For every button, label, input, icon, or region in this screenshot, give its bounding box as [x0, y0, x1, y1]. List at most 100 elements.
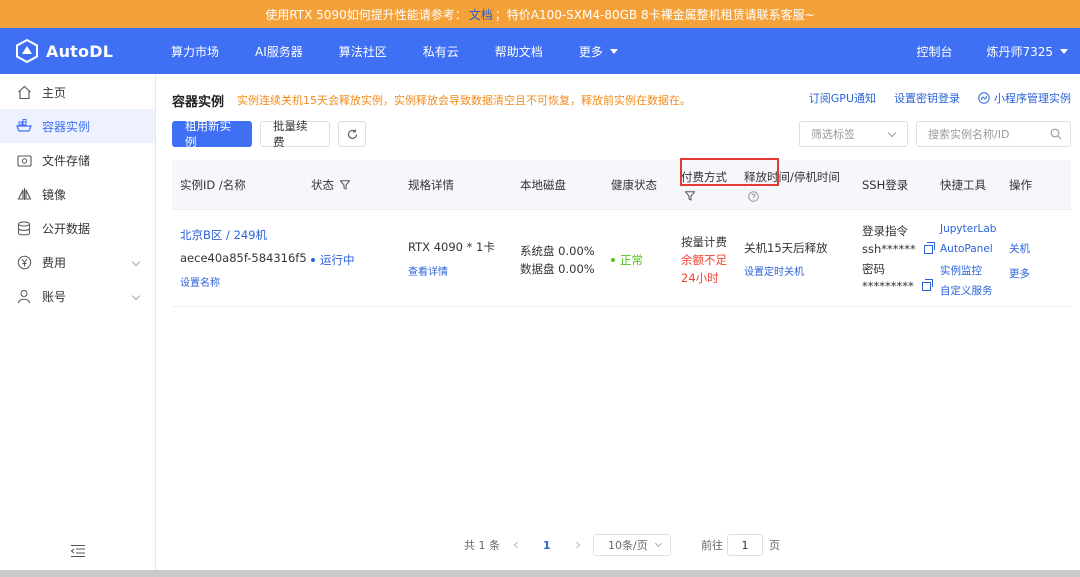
- sidebar-item-billing[interactable]: 费用: [0, 245, 155, 279]
- col-ssh: SSH登录: [862, 178, 909, 192]
- sidebar-item-container-instances[interactable]: 容器实例: [0, 109, 155, 143]
- sidebar-item-label: 主页: [42, 85, 67, 100]
- nav-ai-server[interactable]: AI服务器: [255, 43, 303, 60]
- user-icon: [16, 288, 32, 304]
- filter-tag-select[interactable]: 筛选标签: [799, 121, 908, 147]
- search-placeholder: 搜索实例名称/ID: [928, 128, 1010, 141]
- shutdown-button[interactable]: 关机: [1009, 241, 1030, 256]
- nav-more-label: 更多: [578, 44, 603, 59]
- nav-more[interactable]: 更多: [579, 43, 618, 60]
- page-size-select[interactable]: 10条/页: [593, 534, 671, 556]
- refresh-icon: [347, 129, 357, 139]
- page-title: 容器实例: [172, 95, 225, 110]
- login-command-value: ssh******: [862, 242, 916, 256]
- password-label: 密码: [862, 262, 885, 276]
- user-menu[interactable]: 炼丹师7325: [986, 43, 1068, 60]
- status-badge: 运行中: [311, 252, 355, 268]
- next-page-icon[interactable]: [574, 534, 582, 556]
- page-number[interactable]: 1: [543, 534, 551, 556]
- nav-algorithm-community[interactable]: 算法社区: [339, 43, 387, 60]
- chevron-down-icon: [131, 257, 141, 267]
- goto-label: 前往: [701, 539, 723, 552]
- brand-name: AutoDL: [46, 41, 114, 61]
- sidebar-item-label: 账号: [42, 289, 67, 304]
- mini-program-link[interactable]: 小程序管理实例: [978, 90, 1071, 106]
- banner-text: 使用RTX 5090如何提升性能请参考：: [265, 7, 467, 22]
- prev-page-icon[interactable]: [512, 534, 520, 556]
- nav-help-docs[interactable]: 帮助文档: [495, 43, 543, 60]
- logo[interactable]: AutoDL: [16, 39, 113, 63]
- new-instance-button[interactable]: 租用新实例: [172, 119, 252, 149]
- billing-type: 按量计费: [681, 235, 727, 249]
- search-icon: [1050, 128, 1062, 140]
- copy-login-command-icon[interactable]: [923, 241, 935, 254]
- ssh-key-login-link[interactable]: 设置密钥登录: [894, 90, 960, 106]
- balance-warning-time: 24小时: [681, 271, 719, 285]
- instance-region-link[interactable]: 北京B区 / 249机: [180, 228, 267, 242]
- goto-page-input[interactable]: 1: [727, 534, 763, 556]
- pagination: 共 1 条 1 10条/页 前往 1 页: [156, 534, 1080, 556]
- view-details-link[interactable]: 查看详情: [408, 263, 448, 278]
- horizontal-scrollbar[interactable]: [0, 570, 1080, 577]
- sidebar-item-label: 容器实例: [42, 119, 91, 134]
- ssh-highlight-box: [680, 158, 779, 186]
- sidebar-item-public-data[interactable]: 公开数据: [0, 211, 155, 245]
- sidebar-item-label: 镜像: [42, 187, 67, 202]
- sidebar-item-label: 公开数据: [42, 221, 91, 236]
- banner-doc-link[interactable]: 文档: [469, 6, 493, 23]
- autopanel-link[interactable]: AutoPanel: [940, 243, 993, 255]
- console-link[interactable]: 控制台: [916, 43, 952, 60]
- gpu-spec: RTX 4090 * 1卡: [408, 240, 495, 254]
- table-header: 实例ID /名称 状态 规格详情 本地磁盘 健康状态 付费方式 释放时间/停机时…: [172, 160, 1071, 210]
- chevron-down-icon: [654, 539, 663, 548]
- filter-icon[interactable]: [340, 180, 350, 190]
- mini-program-label: 小程序管理实例: [994, 92, 1071, 105]
- storage-icon: [16, 152, 32, 168]
- table-row: 北京B区 / 249机 aece40a85f-584316f5 设置名称 运行中…: [172, 210, 1071, 307]
- set-name-link[interactable]: 设置名称: [180, 274, 220, 289]
- filter-icon[interactable]: [685, 191, 695, 201]
- total-count: 共 1 条: [464, 539, 500, 552]
- col-health: 健康状态: [611, 178, 657, 192]
- header-right: 控制台 炼丹师7325: [916, 28, 1068, 74]
- subscribe-gpu-link[interactable]: 订阅GPU通知: [809, 90, 876, 106]
- password: *********: [862, 278, 933, 293]
- help-icon[interactable]: [748, 190, 759, 202]
- page-links: 订阅GPU通知 设置密钥登录 小程序管理实例: [809, 90, 1071, 106]
- collapse-sidebar-icon[interactable]: [70, 544, 86, 558]
- instance-monitor-link[interactable]: 实例监控: [940, 263, 982, 278]
- health-text: 正常: [620, 253, 643, 267]
- sidebar-item-label: 文件存储: [42, 153, 91, 168]
- page-size-value: 10条/页: [608, 539, 648, 552]
- sidebar-item-file-storage[interactable]: 文件存储: [0, 143, 155, 177]
- sidebar-item-image[interactable]: 镜像: [0, 177, 155, 211]
- system-disk-usage: 系统盘 0.00%: [520, 244, 595, 258]
- search-input[interactable]: 搜索实例名称/ID: [916, 121, 1071, 147]
- jupyterlab-link[interactable]: JupyterLab: [940, 223, 996, 235]
- balance-warning: 余额不足: [681, 253, 727, 267]
- nav-compute-market[interactable]: 算力市场: [171, 43, 219, 60]
- nav-private-cloud[interactable]: 私有云: [423, 43, 459, 60]
- login-command-label: 登录指令: [862, 224, 908, 238]
- sidebar-item-home[interactable]: 主页: [0, 75, 155, 109]
- release-warning: 实例连续关机15天会释放实例，实例释放会导致数据清空且不可恢复，释放前实例在数据…: [237, 94, 691, 107]
- release-time: 关机15天后释放: [744, 241, 828, 255]
- chevron-down-icon: [887, 128, 897, 138]
- custom-service-link[interactable]: 自定义服务: [940, 283, 993, 298]
- set-shutdown-link[interactable]: 设置定时关机: [744, 263, 804, 278]
- more-ops-button[interactable]: 更多: [1009, 266, 1030, 281]
- col-disk: 本地磁盘: [520, 178, 566, 192]
- sidebar-item-account[interactable]: 账号: [0, 279, 155, 313]
- status-dot-icon: [311, 258, 315, 262]
- main-nav: 算力市场 AI服务器 算法社区 私有云 帮助文档 更多: [171, 28, 618, 74]
- refresh-button[interactable]: [338, 121, 366, 147]
- password-value: *********: [862, 279, 914, 293]
- user-name: 炼丹师7325: [986, 44, 1053, 59]
- image-icon: [16, 186, 32, 202]
- caret-down-icon: [609, 48, 618, 54]
- batch-renew-button[interactable]: 批量续费: [260, 119, 330, 149]
- col-status-label: 状态: [311, 178, 334, 192]
- copy-password-icon[interactable]: [921, 278, 933, 291]
- health-badge: 正常: [611, 252, 643, 268]
- col-tools: 快捷工具: [940, 178, 986, 192]
